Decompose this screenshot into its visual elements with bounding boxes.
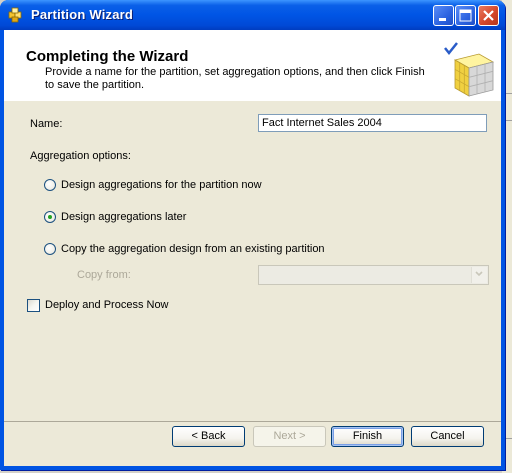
finish-button[interactable]: Finish — [331, 426, 404, 447]
title-bar[interactable]: Partition Wizard — [0, 0, 505, 30]
cube-checkmark-icon — [444, 42, 495, 97]
maximize-icon — [459, 9, 472, 22]
option-label[interactable]: Design aggregations for the partition no… — [61, 179, 262, 191]
maximize-button[interactable] — [455, 5, 476, 26]
minimize-button[interactable] — [433, 5, 454, 26]
option-label[interactable]: Copy the aggregation design from an exis… — [61, 243, 325, 255]
close-button[interactable] — [478, 5, 499, 26]
minimize-icon — [439, 18, 446, 21]
next-button[interactable]: Next > — [253, 426, 326, 447]
wizard-header: Completing the Wizard Provide a name for… — [4, 30, 501, 101]
partition-wizard-window: Partition Wizard Completing the Wizard P… — [0, 0, 505, 470]
copy-from-dropdown[interactable] — [258, 265, 489, 285]
name-label: Name: — [30, 118, 63, 130]
back-button[interactable]: < Back — [172, 426, 245, 447]
page-title: Completing the Wizard — [26, 48, 189, 65]
partition-name-input[interactable]: Fact Internet Sales 2004 — [258, 114, 487, 132]
radio-button-selected[interactable] — [44, 211, 56, 223]
cancel-button[interactable]: Cancel — [411, 426, 484, 447]
radio-button[interactable] — [44, 243, 56, 255]
close-icon — [483, 10, 494, 21]
window-title: Partition Wizard — [31, 7, 134, 22]
wizard-body: Completing the Wizard Provide a name for… — [4, 30, 501, 466]
cube-icon — [8, 7, 24, 23]
copy-from-label: Copy from: — [77, 269, 131, 281]
header-separator — [4, 100, 501, 101]
option-label[interactable]: Design aggregations later — [61, 211, 186, 223]
aggregation-options-label: Aggregation options: — [30, 150, 131, 162]
deploy-label[interactable]: Deploy and Process Now — [45, 299, 169, 311]
footer-separator — [4, 421, 501, 422]
deploy-checkbox[interactable] — [27, 299, 40, 312]
page-description: Provide a name for the partition, set ag… — [45, 66, 425, 91]
chevron-down-icon — [475, 271, 483, 277]
dropdown-button[interactable] — [471, 267, 487, 283]
radio-button[interactable] — [44, 179, 56, 191]
